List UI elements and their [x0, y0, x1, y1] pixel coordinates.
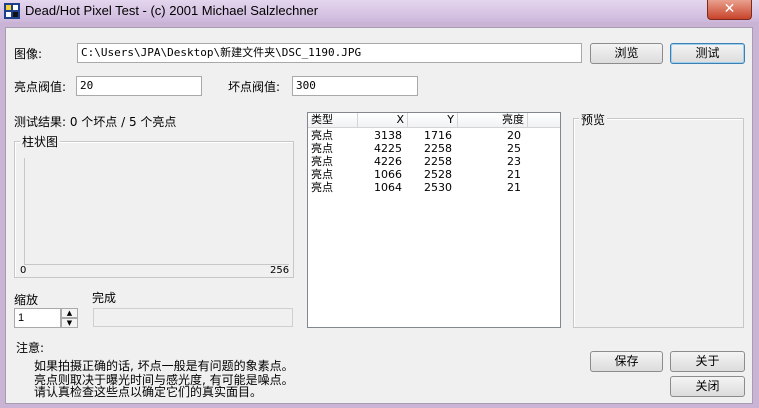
table-row[interactable]: 亮点 1066 2528 21 [308, 168, 558, 181]
histogram-plot [24, 158, 289, 265]
cell-brightness: 21 [507, 181, 521, 194]
cell-type: 亮点 [311, 155, 333, 168]
spin-up-icon[interactable]: ▲ [61, 308, 78, 318]
column-header-brightness[interactable]: 亮度 [458, 113, 528, 128]
hot-threshold-field[interactable]: 20 [76, 76, 202, 96]
cell-x: 4225 [374, 142, 402, 155]
hot-threshold-label: 亮点阀值: [14, 80, 67, 94]
spin-down-icon[interactable]: ▼ [61, 318, 78, 328]
histogram-max-label: 256 [270, 265, 290, 276]
notes-line-3: 请认真检查这些点以确定它们的真实面目。 [34, 385, 263, 399]
dead-threshold-label: 坏点阀值: [228, 80, 281, 94]
test-button[interactable]: 测试 [670, 43, 745, 64]
table-row[interactable]: 亮点 3138 1716 20 [308, 129, 558, 142]
progress-label: 完成 [92, 291, 117, 305]
test-result-text: 测试结果: 0 个坏点 / 5 个亮点 [14, 115, 177, 129]
cell-brightness: 21 [507, 168, 521, 181]
histogram-title: 柱状图 [20, 133, 61, 150]
table-row[interactable]: 亮点 4226 2258 23 [308, 155, 558, 168]
window-title: Dead/Hot Pixel Test - (c) 2001 Michael S… [25, 3, 319, 18]
image-path-field[interactable]: C:\Users\JPA\Desktop\新建文件夹\DSC_1190.JPG [77, 43, 582, 63]
column-header-type[interactable]: 类型 [308, 113, 358, 128]
cell-y: 2530 [424, 181, 452, 194]
cell-type: 亮点 [311, 142, 333, 155]
pixel-list[interactable]: 类型 X Y 亮度 亮点 3138 1716 20 亮点 4225 2258 2… [307, 112, 561, 328]
table-row[interactable]: 亮点 1064 2530 21 [308, 181, 558, 194]
about-button[interactable]: 关于 [670, 351, 745, 372]
close-button[interactable]: 关闭 [670, 376, 745, 397]
progress-bar [93, 308, 293, 327]
column-header-x[interactable]: X [358, 113, 408, 128]
title-bar[interactable]: Dead/Hot Pixel Test - (c) 2001 Michael S… [0, 0, 759, 22]
cell-y: 2258 [424, 155, 452, 168]
zoom-label: 缩放 [14, 293, 39, 307]
cell-y: 2258 [424, 142, 452, 155]
browse-button[interactable]: 浏览 [590, 43, 663, 64]
dead-threshold-field[interactable]: 300 [292, 76, 418, 96]
cell-x: 1064 [374, 181, 402, 194]
preview-group [573, 118, 744, 328]
app-pixel-icon [4, 3, 20, 19]
cell-x: 4226 [374, 155, 402, 168]
cell-y: 2528 [424, 168, 452, 181]
preview-title: 预览 [579, 111, 608, 128]
cell-x: 1066 [374, 168, 402, 181]
cell-brightness: 20 [507, 129, 521, 142]
cell-x: 3138 [374, 129, 402, 142]
notes-label: 注意: [16, 341, 45, 355]
zoom-field[interactable]: 1 [14, 308, 61, 328]
column-header-filler [528, 113, 560, 128]
table-row[interactable]: 亮点 4225 2258 25 [308, 142, 558, 155]
image-label: 图像: [14, 47, 43, 61]
cell-brightness: 25 [507, 142, 521, 155]
cell-y: 1716 [424, 129, 452, 142]
save-button[interactable]: 保存 [590, 351, 663, 372]
cell-type: 亮点 [311, 129, 333, 142]
column-header-y[interactable]: Y [408, 113, 458, 128]
histogram-min-label: 0 [20, 265, 27, 276]
cell-type: 亮点 [311, 168, 333, 181]
cell-brightness: 23 [507, 155, 521, 168]
cell-type: 亮点 [311, 181, 333, 194]
close-icon[interactable]: ✕ [707, 0, 752, 20]
